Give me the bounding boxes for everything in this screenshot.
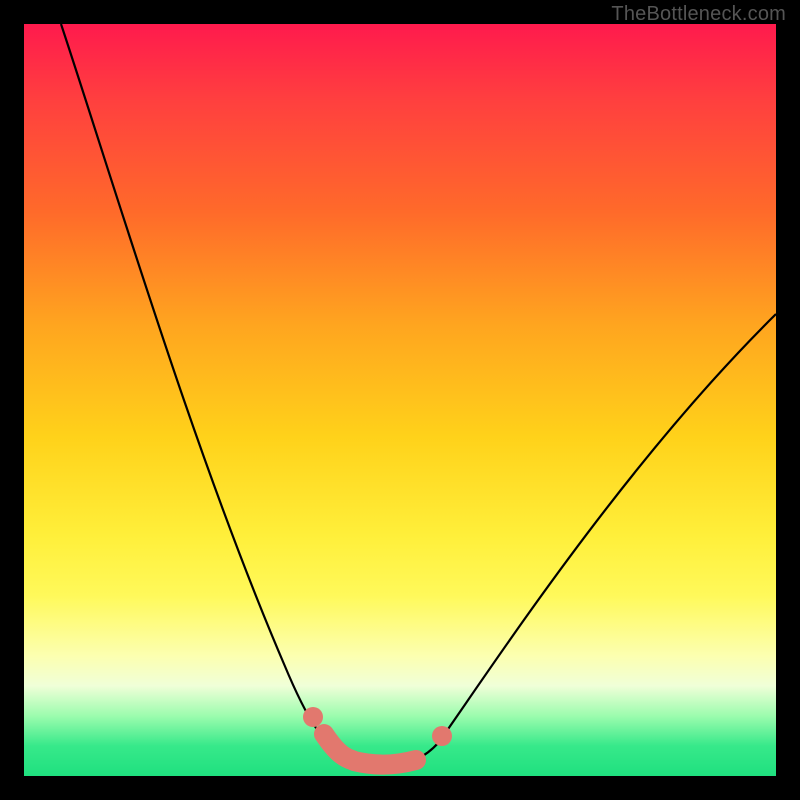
- plot-area: [24, 24, 776, 776]
- bottleneck-curve: [61, 24, 776, 764]
- highlight-seg-bottom: [354, 760, 416, 765]
- chart-svg: [24, 24, 776, 776]
- chart-frame: TheBottleneck.com: [0, 0, 800, 800]
- attribution-label: TheBottleneck.com: [611, 3, 786, 26]
- highlight-dot-left: [303, 707, 323, 727]
- highlight-dot-right: [432, 726, 452, 746]
